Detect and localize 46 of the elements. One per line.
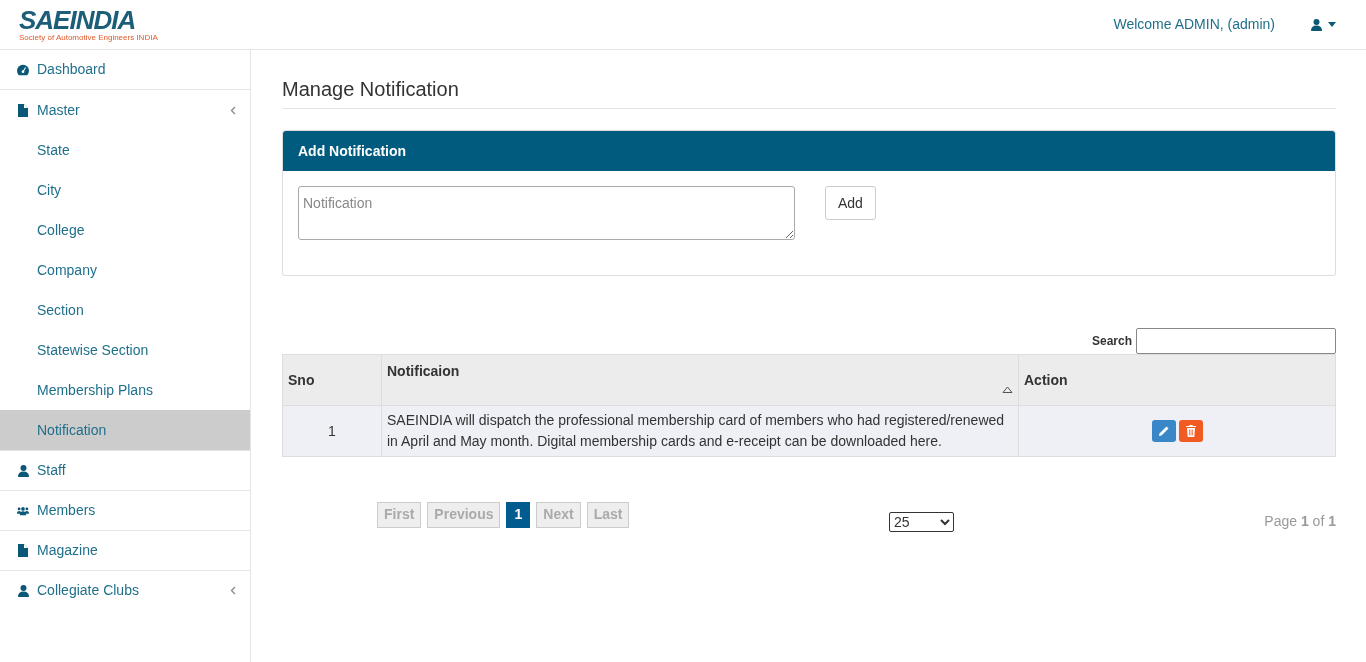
users-icon [17,504,29,517]
column-header[interactable]: Sno [288,371,315,388]
sidebar-subitem[interactable]: Section [0,290,250,330]
card-title: Add Notification [298,141,407,161]
sidebar-subitem[interactable]: Statewise Section [0,330,250,370]
page-info: Page 1 of 1 [1264,512,1336,531]
table-cell: 1 [328,422,336,439]
logo-title: SAEINDIA [19,7,137,33]
user-icon [17,584,29,597]
sidebar-subitem[interactable]: Membership Plans [0,370,250,410]
search-field[interactable] [1136,328,1336,354]
sidebar-item[interactable]: Magazine [0,531,250,571]
dashboard-icon [17,63,29,76]
pencil-icon [1157,425,1170,437]
file-icon [18,103,28,117]
welcome-text: Welcome ADMIN, (admin) [1113,15,1275,34]
trash-icon [1185,425,1196,437]
user-icon [17,464,29,477]
logo-subtitle: Society of Automotive Engineers INDIA [19,34,158,42]
sidebar-subitem[interactable]: City [0,170,250,210]
sort-icon[interactable] [1002,386,1013,393]
file-icon [18,544,28,557]
add-button[interactable]: Add [825,186,876,220]
sidebar-item[interactable]: Dashboard [0,50,250,90]
page-title: Manage Notification [282,77,460,102]
search-label: Search [1091,333,1132,350]
user-icon [1311,18,1322,31]
sidebar-item[interactable]: Collegiate Clubs [0,571,250,602]
notification-field[interactable]: Notification [298,186,795,240]
sidebar-subitem[interactable]: State [0,130,250,170]
sidebar-item[interactable]: Master [0,90,250,130]
pagination-button[interactable]: 1 [506,501,531,528]
sidebar-item[interactable]: Members [0,491,250,531]
table-cell: SAEINDIA will dispatch the professional membership card of members who had registered/renewed in April and May month. Digital membership cards and e-receipt can be downloaded here. [387,412,1005,449]
caret-icon [1328,22,1336,27]
column-header[interactable]: Action [1024,371,1068,388]
sidebar-subitem[interactable]: College [0,210,250,250]
chevron-left-icon [230,586,236,595]
edit-button[interactable] [1151,420,1176,442]
page-size-select[interactable]: 25 [889,511,954,532]
sidebar-subitem[interactable]: Notification [0,410,250,450]
column-header[interactable]: Notificaion [387,363,460,379]
sidebar-subitem[interactable]: Company [0,250,250,290]
delete-button[interactable] [1178,420,1203,442]
user-menu-button[interactable] [1311,18,1336,31]
sidebar-item[interactable]: Staff [0,451,250,491]
